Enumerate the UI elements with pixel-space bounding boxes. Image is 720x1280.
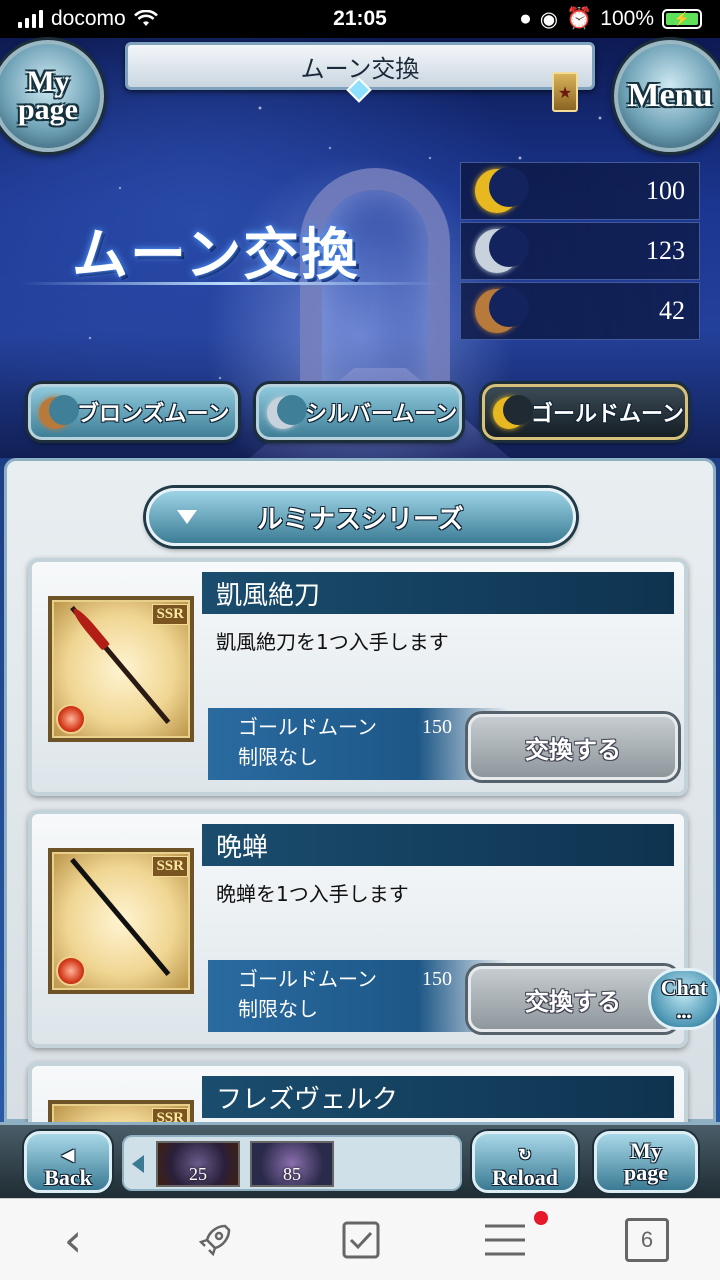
weapon-thumbnail[interactable]: SSR: [48, 596, 194, 742]
top-bar: ムーン交換 ★ My page Menu: [0, 38, 720, 152]
tab-label: ブロンズムーン: [77, 402, 230, 427]
browser-toolbar: ‹ 6: [0, 1198, 720, 1280]
back-button[interactable]: ◀ Back: [24, 1131, 112, 1193]
silver-moon-counter: 123: [460, 222, 700, 280]
exchange-list: ルミナスシリーズ 凱風絶刀 SSR 凱風絶刀を1つ入手します ゴールドムーン 1…: [0, 458, 720, 1122]
status-bar: docomo 21:05 ● ◉ ⏰ 100% ⚡: [0, 0, 720, 38]
gold-moon-icon: [475, 167, 529, 213]
tab-label: シルバームーン: [305, 402, 458, 427]
reload-label: Reload: [492, 1165, 558, 1190]
cost-box: ゴールドムーン 150 制限なし: [208, 960, 508, 1032]
weapon-thumbnail[interactable]: SSR: [48, 1100, 194, 1122]
alarm-icon: ⏰: [566, 7, 593, 30]
item-name: 凱風絶刀: [202, 572, 674, 614]
item-name: 晩蝉: [202, 824, 674, 866]
cost-box: ゴールドムーン 150 制限なし: [208, 708, 508, 780]
reload-icon: ↻: [518, 1147, 532, 1164]
tab-gold-moon[interactable]: ゴールドムーン: [482, 384, 688, 440]
gold-moon-icon: [493, 395, 533, 429]
browser-back-icon[interactable]: ‹: [48, 1213, 98, 1267]
tab-silver-moon[interactable]: シルバームーン: [256, 384, 462, 440]
rarity-badge: SSR: [152, 1108, 188, 1122]
left-arrow-icon[interactable]: [132, 1155, 144, 1173]
battery-label: 100%: [600, 7, 654, 30]
exchange-button[interactable]: 交換する: [468, 714, 678, 780]
triangle-down-icon: [177, 510, 197, 524]
raid-thumbnail[interactable]: 85: [250, 1141, 334, 1187]
silver-moon-icon: [267, 395, 307, 429]
gold-moon-counter: 100: [460, 162, 700, 220]
tab-label: ゴールドムーン: [531, 402, 684, 427]
game-footer: ◀ Back 25 85 ↻ Reload My page: [0, 1122, 720, 1198]
divider: [20, 282, 440, 285]
wifi-icon: [133, 10, 158, 26]
notification-dot-icon: [534, 1211, 548, 1225]
silver-moon-count: 123: [646, 236, 685, 265]
cost-amount: 150: [422, 968, 452, 990]
list-item: 凱風絶刀 SSR 凱風絶刀を1つ入手します ゴールドムーン 150 制限なし 交…: [28, 558, 688, 796]
raid-count: 25: [189, 1164, 207, 1184]
currency-panel: 100 123 42: [460, 162, 700, 342]
footer-mypage-button[interactable]: My page: [594, 1131, 698, 1193]
fire-element-icon: [56, 956, 86, 986]
list-item: フレズヴェルク SSR: [28, 1062, 688, 1122]
series-dropdown[interactable]: ルミナスシリーズ: [146, 488, 576, 546]
item-description: 晩蝉を1つ入手します: [216, 882, 409, 906]
hamburger-menu-icon[interactable]: [480, 1215, 530, 1265]
rocket-icon[interactable]: [190, 1215, 240, 1265]
back-arrow-icon: ◀: [61, 1147, 75, 1164]
menu-button[interactable]: Menu: [614, 40, 720, 152]
ellipsis-icon: •••: [676, 1010, 692, 1025]
exchange-button[interactable]: 交換する: [468, 966, 678, 1032]
item-description: 凱風絶刀を1つ入手します: [216, 630, 449, 654]
tabs-button[interactable]: 6: [622, 1215, 672, 1265]
rotation-lock-icon: ◉: [539, 7, 559, 31]
tab-bronze-moon[interactable]: ブロンズムーン: [28, 384, 238, 440]
signal-icon: [18, 10, 43, 28]
bronze-moon-icon: [39, 395, 79, 429]
gold-moon-count: 100: [646, 176, 685, 205]
bronze-moon-count: 42: [659, 296, 685, 325]
raid-thumbnail[interactable]: 25: [156, 1141, 240, 1187]
series-label: ルミナスシリーズ: [257, 504, 464, 535]
list-item: 晩蝉 SSR 晩蝉を1つ入手します ゴールドムーン 150 制限なし 交換する: [28, 810, 688, 1048]
bronze-moon-counter: 42: [460, 282, 700, 340]
reload-button[interactable]: ↻ Reload: [472, 1131, 578, 1193]
item-name: フレズヴェルク: [202, 1076, 674, 1118]
carrier-label: docomo: [51, 7, 126, 30]
fire-element-icon: [56, 704, 86, 734]
cost-amount: 150: [422, 716, 452, 738]
hero-title: ムーン交換: [72, 223, 360, 288]
raid-strip: 25 85: [122, 1135, 462, 1191]
tab-count: 6: [625, 1218, 669, 1262]
checkbox-icon[interactable]: [336, 1215, 386, 1265]
person-icon: ●: [519, 7, 532, 30]
chat-label: Chat: [660, 975, 708, 1000]
menu-label: Menu: [627, 77, 713, 114]
silver-moon-icon: [475, 227, 529, 273]
rarity-badge: SSR: [152, 604, 188, 625]
moon-tabs: ブロンズムーン シルバームーン ゴールドムーン: [28, 384, 700, 444]
star-badge-icon[interactable]: ★: [552, 72, 578, 112]
rarity-badge: SSR: [152, 856, 188, 877]
bronze-moon-icon: [475, 287, 529, 333]
mypage-label: My page: [18, 65, 78, 126]
battery-icon: ⚡: [662, 9, 702, 29]
chat-button[interactable]: Chat •••: [648, 968, 720, 1030]
back-label: Back: [44, 1165, 92, 1190]
raid-count: 85: [283, 1164, 301, 1184]
mypage-label: My page: [624, 1138, 668, 1185]
weapon-thumbnail[interactable]: SSR: [48, 848, 194, 994]
